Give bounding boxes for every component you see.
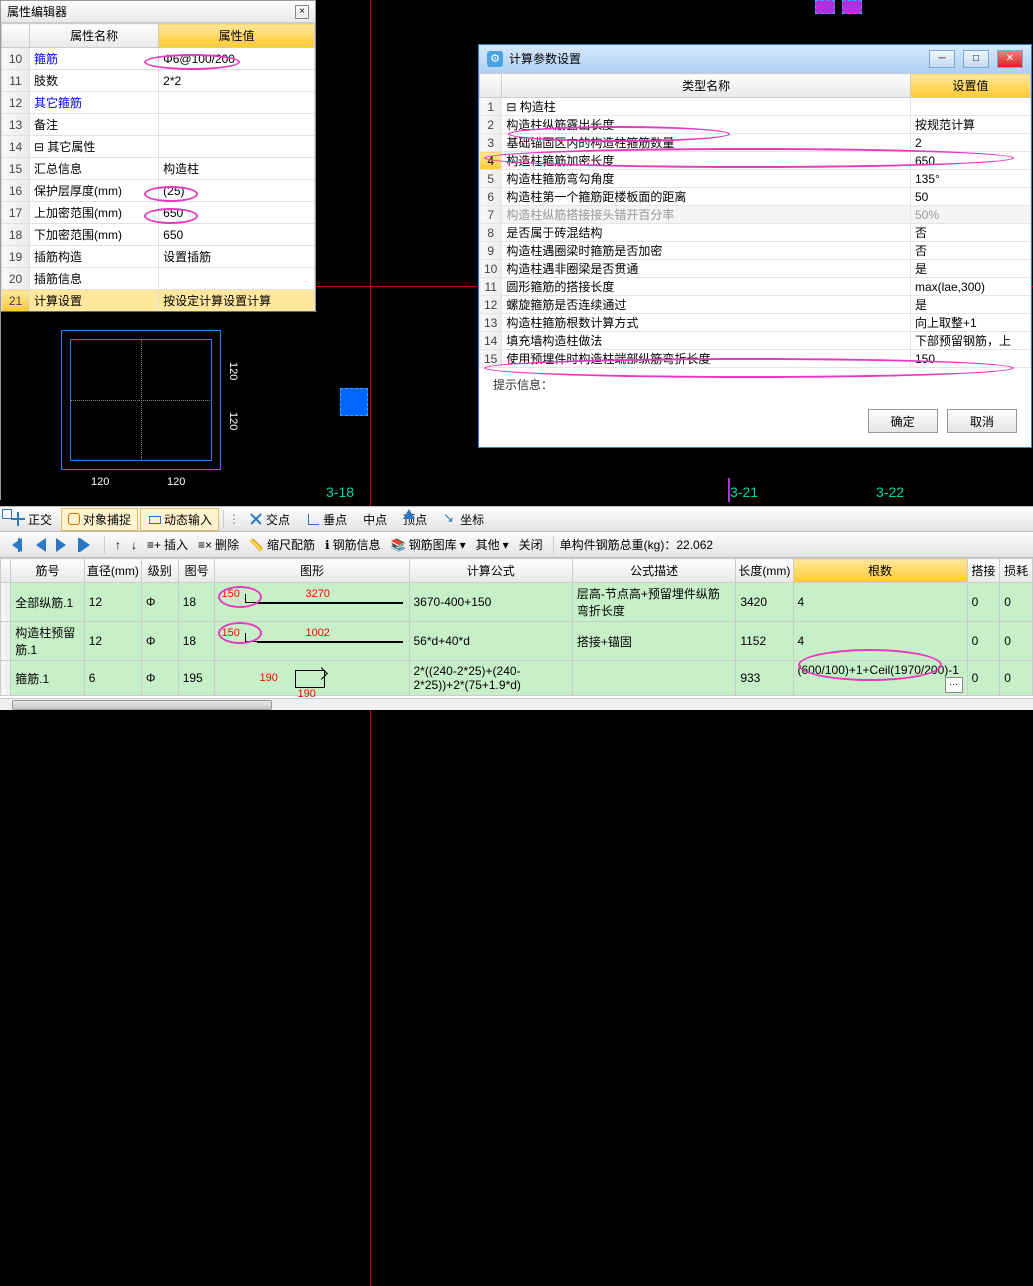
cad-label: 3-21 [730,484,758,500]
vertex-snap[interactable]: 顶点 [396,508,434,531]
h-scrollbar[interactable] [0,698,1033,710]
property-row[interactable]: 18 下加密范围(mm) 650 [2,224,315,246]
calc-param-row[interactable]: 4 构造柱箍筋加密长度 650 [480,152,1031,170]
hint-label: 提示信息： [479,368,1031,401]
rebar-row[interactable]: 全部纵筋.112Φ18 1503270 3670-400+150层高-节点高+预… [1,583,1033,622]
col-value: 属性值 [159,24,315,48]
close-button[interactable]: ✕ [997,50,1023,68]
property-row[interactable]: 10 箍筋 Φ6@100/200 [2,48,315,70]
property-editor-panel: 属性编辑器 × 属性名称 属性值 10 箍筋 Φ6@100/20011 肢数 2… [0,0,316,500]
calc-param-row[interactable]: 7 构造柱纵筋搭接接头错开百分率 50% [480,206,1031,224]
panel-titlebar[interactable]: 属性编辑器 × [1,1,315,23]
row-up[interactable]: ↑ [111,536,125,554]
scale-rebar-button[interactable]: 📏 缩尺配筋 [245,534,319,555]
col-type-name: 类型名称 [502,74,911,98]
action-toolbar: ↑ ↓ ≡+ 插入 ≡× 删除 📏 缩尺配筋 ℹ 钢筋信息 📚 钢筋图库 ▾ 其… [0,532,1033,558]
perpendicular-snap[interactable]: 垂点 [299,508,354,531]
calc-param-row[interactable]: 3 基础锚固区内的构造柱箍筋数量 2 [480,134,1031,152]
calc-param-row[interactable]: 15 使用预埋件时构造柱端部纵筋弯折长度 150 [480,350,1031,368]
delete-button[interactable]: ≡× 删除 [194,534,243,555]
col-set-value: 设置值 [911,74,1031,98]
insert-button[interactable]: ≡+ 插入 [143,534,192,555]
property-row[interactable]: 20 插筋信息 [2,268,315,290]
object-snap-toggle[interactable]: 对象捕捉 [61,508,138,531]
dialog-titlebar[interactable]: ⚙ 计算参数设置 ─ □ ✕ [479,45,1031,73]
panel-close-icon[interactable]: × [295,5,309,19]
rebar-row[interactable]: 构造柱预留筋.112Φ18 1501002 56*d+40*d搭接+锚固1152… [1,622,1033,661]
cad-block [340,388,368,416]
property-row[interactable]: 17 上加密范围(mm) 650 [2,202,315,224]
calc-param-row[interactable]: 9 构造柱遇圈梁时箍筋是否加密 否 [480,242,1031,260]
rebar-info-button[interactable]: ℹ 钢筋信息 [321,534,385,555]
cad-label: 3-18 [326,484,354,500]
calc-param-row[interactable]: 11 圆形箍筋的搭接长度 max(lae,300) [480,278,1031,296]
calc-param-row[interactable]: 14 填充墙构造柱做法 下部预留钢筋，上 [480,332,1031,350]
total-weight-label: 单构件钢筋总重(kg)：22.062 [560,536,713,553]
nav-next[interactable] [52,536,74,554]
close-grid-button[interactable]: 关闭 [515,534,547,555]
property-row[interactable]: 14 ⊟ 其它属性 [2,136,315,158]
calc-params-table: 类型名称 设置值 1 ⊟ 构造柱 2 构造柱纵筋露出长度 按规范计算3 基础锚固… [479,73,1031,368]
panel-title: 属性编辑器 [7,1,67,23]
more-button[interactable]: ⋯ [945,677,963,693]
minimize-button[interactable]: ─ [929,50,955,68]
property-row[interactable]: 11 肢数 2*2 [2,70,315,92]
app-icon: ⚙ [487,51,503,67]
dynamic-input-toggle[interactable]: 动态输入 [140,508,219,531]
rebar-grid: 筋号 直径(mm) 级别 图号 图形 计算公式 公式描述 长度(mm) 根数 搭… [0,558,1033,698]
property-row[interactable]: 16 保护层厚度(mm) (25) [2,180,315,202]
midpoint-snap[interactable]: 中点 [356,508,394,531]
nav-prev[interactable] [28,536,50,554]
cad-block [842,0,862,14]
snap-toolbar: 正交 对象捕捉 动态输入 ⋮ 交点 垂点 中点 顶点 坐标 [0,506,1033,532]
calc-param-row[interactable]: 10 构造柱遇非圈梁是否贯通 是 [480,260,1031,278]
property-row[interactable]: 13 备注 [2,114,315,136]
property-row[interactable]: 12 其它箍筋 [2,92,315,114]
property-row[interactable]: 21 计算设置 按设定计算设置计算 [2,290,315,312]
rebar-row[interactable]: 箍筋.16Φ195 190190 2*((240-2*25)+(240-2*25… [1,661,1033,696]
calc-param-row[interactable]: 8 是否属于砖混结构 否 [480,224,1031,242]
other-button[interactable]: 其他 ▾ [472,534,513,555]
rebar-lib-button[interactable]: 📚 钢筋图库 ▾ [387,534,470,555]
ortho-toggle[interactable]: 正交 [4,508,59,531]
calc-param-row[interactable]: 13 构造柱箍筋根数计算方式 向上取整+1 [480,314,1031,332]
intersection-snap[interactable]: 交点 [242,508,297,531]
cad-block [815,0,835,14]
maximize-button[interactable]: □ [963,50,989,68]
cad-label: 3-22 [876,484,904,500]
cancel-button[interactable]: 取消 [947,409,1017,433]
row-down[interactable]: ↓ [127,536,141,554]
property-table: 属性名称 属性值 10 箍筋 Φ6@100/20011 肢数 2*212 其它箍… [1,23,315,334]
dialog-title: 计算参数设置 [509,45,581,73]
col-name: 属性名称 [30,24,159,48]
coord-snap[interactable]: 坐标 [436,508,491,531]
calc-param-row[interactable]: 2 构造柱纵筋露出长度 按规范计算 [480,116,1031,134]
calc-param-row[interactable]: 12 螺旋箍筋是否连续通过 是 [480,296,1031,314]
property-row[interactable]: 15 汇总信息 构造柱 [2,158,315,180]
calc-param-row[interactable]: 5 构造柱箍筋弯勾角度 135° [480,170,1031,188]
calc-param-row[interactable]: 6 构造柱第一个箍筋距楼板面的距离 50 [480,188,1031,206]
ok-button[interactable]: 确定 [868,409,938,433]
calc-param-row[interactable]: 1 ⊟ 构造柱 [480,98,1031,116]
nav-last[interactable] [76,536,98,554]
section-preview: 120 120 120 120 [1,311,317,501]
calc-params-dialog: ⚙ 计算参数设置 ─ □ ✕ 类型名称 设置值 1 ⊟ 构造柱 2 构造柱纵筋露… [478,44,1032,448]
property-row[interactable]: 19 插筋构造 设置插筋 [2,246,315,268]
nav-first[interactable] [4,536,26,554]
